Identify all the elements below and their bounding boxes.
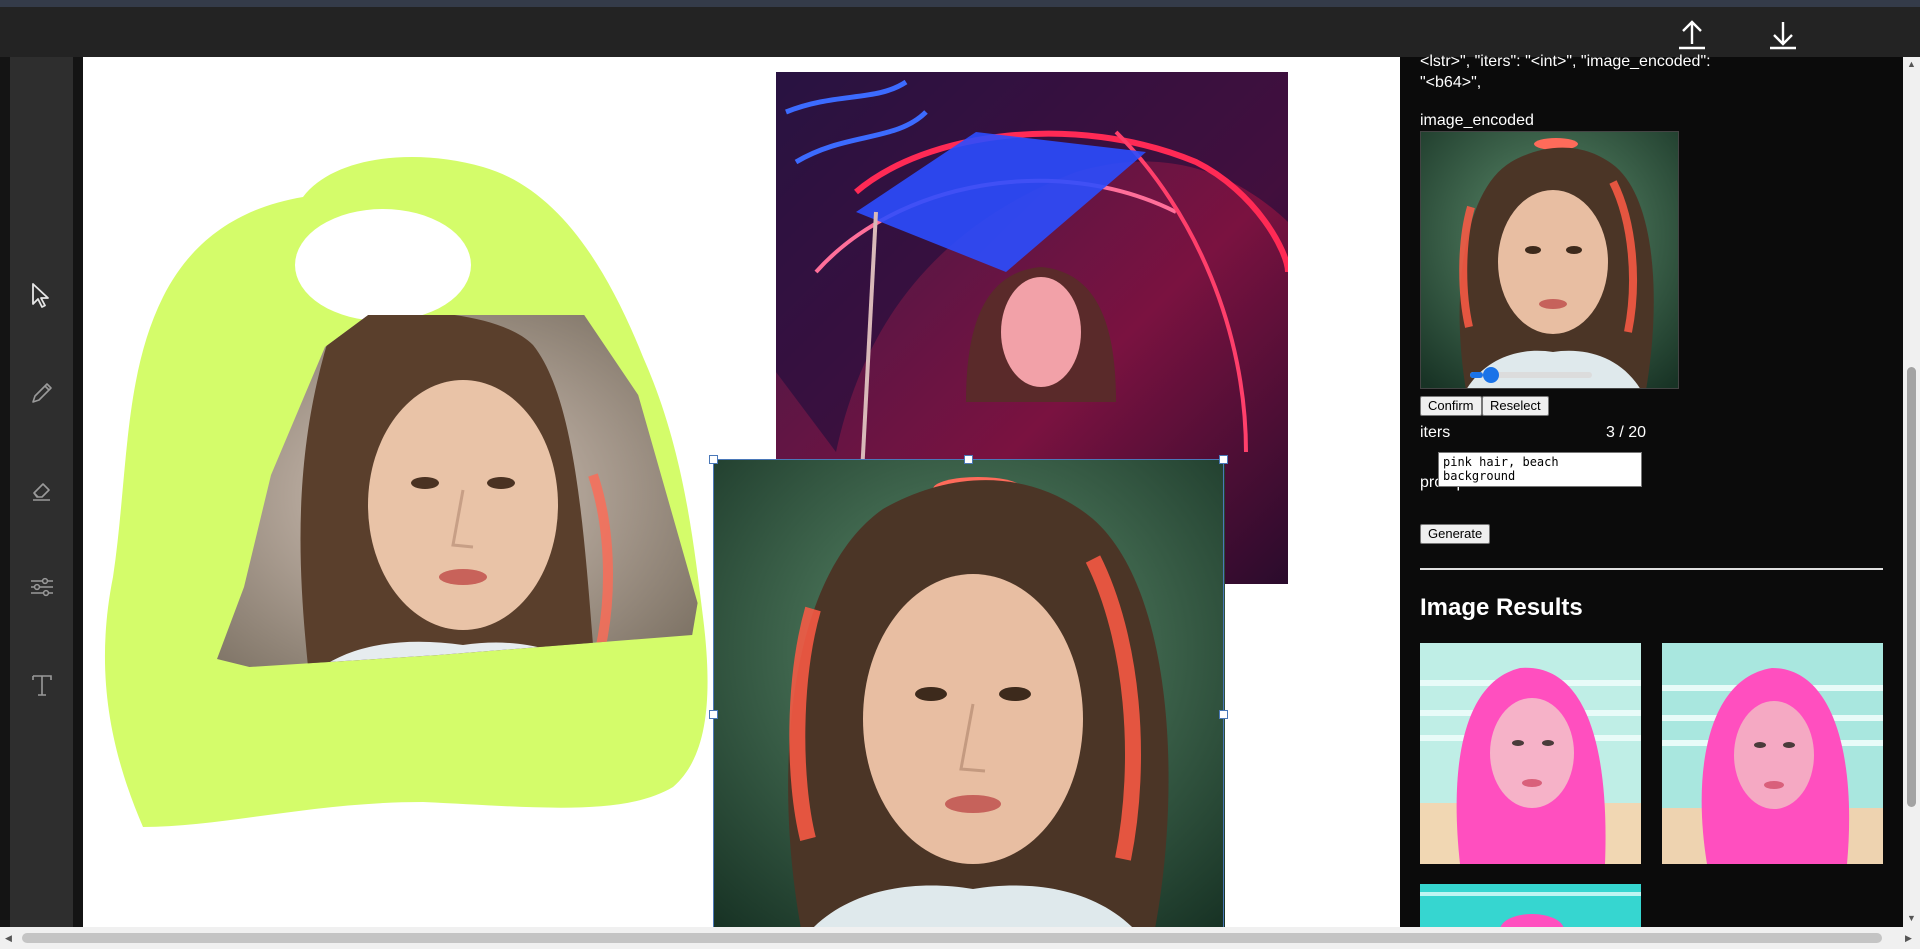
horizontal-scroll-thumb[interactable] [22, 933, 1882, 943]
scroll-left-arrow-icon[interactable]: ◀ [5, 933, 12, 943]
resize-handle-right[interactable] [1219, 710, 1228, 719]
iters-slider-fill [1470, 372, 1483, 378]
resize-handle-left[interactable] [709, 710, 718, 719]
results-title: Image Results [1420, 594, 1583, 621]
window-top-edge [0, 0, 1920, 7]
scroll-down-arrow-icon[interactable]: ▼ [1907, 913, 1916, 923]
horizontal-scrollbar[interactable]: ◀ ▶ [0, 927, 1920, 949]
image-encoded-label: image_encoded [1420, 112, 1534, 129]
panel-vertical-scrollbar[interactable]: ▲ ▼ [1903, 57, 1920, 927]
pink-hair-portrait-3 [1420, 884, 1641, 927]
resize-handle-top-right[interactable] [1219, 455, 1228, 464]
iters-slider[interactable] [1470, 367, 1592, 383]
pink-hair-portrait-2 [1662, 643, 1883, 864]
result-image-2[interactable] [1662, 643, 1883, 864]
left-edge-rail [0, 57, 10, 927]
scroll-up-arrow-icon[interactable]: ▲ [1907, 59, 1916, 69]
result-image-1[interactable] [1420, 643, 1641, 864]
text-icon [32, 675, 52, 696]
adjust-tool-button[interactable] [27, 572, 57, 602]
pink-hair-portrait-1 [1420, 643, 1641, 864]
drawing-canvas[interactable] [83, 57, 1400, 927]
image-encoded-preview[interactable] [1420, 131, 1679, 389]
iters-label: iters [1420, 424, 1451, 441]
vertical-scroll-thumb[interactable] [1907, 367, 1916, 807]
generate-button[interactable]: Generate [1420, 524, 1491, 544]
resize-handle-top-left[interactable] [709, 455, 718, 464]
download-icon [1770, 22, 1796, 50]
tool-sidebar [10, 57, 73, 927]
pencil-icon [32, 383, 52, 403]
reselect-button[interactable]: Reselect [1482, 396, 1549, 416]
prompt-input[interactable]: pink hair, beach background [1438, 452, 1642, 487]
top-toolbar [0, 7, 1920, 57]
iters-value-text: 3 / 20 [1606, 424, 1647, 441]
iters-slider-thumb[interactable] [1482, 367, 1499, 383]
text-tool-button[interactable] [27, 670, 57, 700]
scroll-right-arrow-icon[interactable]: ▶ [1905, 933, 1912, 943]
canvas-gutter [73, 57, 83, 927]
schema-text-line2: "<b64>", [1420, 74, 1482, 91]
upload-icon [1679, 20, 1705, 50]
select-cursor-icon [32, 283, 49, 308]
schema-text-line1: <lstr>", "iters": "<int>", "image_encode… [1420, 53, 1711, 70]
result-image-3[interactable] [1420, 884, 1641, 927]
section-divider [1420, 568, 1883, 570]
upload-button[interactable] [1672, 15, 1712, 55]
portrait-photo-b [713, 459, 1225, 927]
select-tool-button[interactable] [27, 280, 57, 310]
eraser-icon [33, 483, 50, 501]
sliders-icon [31, 577, 53, 597]
download-button[interactable] [1763, 15, 1803, 55]
confirm-button[interactable]: Confirm [1420, 396, 1482, 416]
selected-portrait-photo[interactable] [713, 459, 1225, 927]
preview-portrait-image [1421, 132, 1678, 388]
resize-handle-top[interactable] [964, 455, 973, 464]
eraser-tool-button[interactable] [27, 475, 57, 505]
pencil-tool-button[interactable] [27, 378, 57, 408]
